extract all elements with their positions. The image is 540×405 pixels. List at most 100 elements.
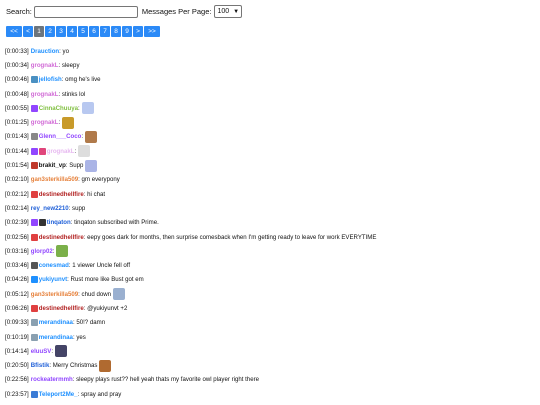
search-bar: Search: Messages Per Page: 100 ▼ [6,5,243,18]
message-timestamp: [0:01:43] [5,133,29,141]
pagination-button[interactable]: 5 [78,26,88,37]
message-username[interactable]: jellofish [39,76,62,83]
pagination-button[interactable]: >> [144,26,160,37]
chat-message: [0:03:46] conesmad: 1 viewer Uncle fell o… [5,258,535,272]
user-badge-icon [30,147,38,155]
user-badge-icon [30,233,38,241]
message-username[interactable]: rockeatermmh [31,376,73,383]
message-text: : chud down [78,290,112,298]
message-username[interactable]: destinedhellfire [39,305,84,312]
search-input[interactable] [33,5,138,18]
message-username[interactable]: merandinaa [39,334,73,341]
message-text: : [51,347,54,355]
chat-message: [0:00:34] grognakL: sleepy [5,58,535,72]
chat-message: [0:01:43] Glenn___Coco: [5,130,535,144]
message-username[interactable]: rey_new2210 [31,205,69,212]
message-username[interactable]: glorp02 [31,248,53,255]
message-text: : [78,104,80,112]
message-timestamp: [0:00:48] [5,90,29,98]
message-timestamp: [0:10:19] [5,333,29,341]
message-username[interactable]: merandinaa [39,319,73,326]
user-badge-icon [38,219,46,227]
emote-icon [85,130,98,143]
emote-icon [81,102,94,115]
chevron-down-icon: ▼ [233,8,240,15]
pagination-button[interactable]: 8 [111,26,121,37]
messages-per-page-label: Messages Per Page: [141,7,212,16]
pagination-button[interactable]: 1 [34,26,44,37]
message-text: : [81,133,84,141]
pagination: << <1 2 3 4 5 6 7 8 9 > >> [6,26,160,37]
message-timestamp: [0:02:39] [5,219,29,227]
pagination-button[interactable]: 9 [122,26,132,37]
chat-message: [0:03:16] glorp02: [5,244,535,258]
message-text: : sleepy plays rust?? hell yeah thats my… [72,376,260,384]
message-timestamp: [0:02:10] [5,176,29,184]
message-text: : Rust more like Bust got em [67,276,144,284]
message-username[interactable]: grognakL [31,62,59,69]
message-username[interactable]: grognakL [31,91,59,98]
message-text: : tinqaton subscribed with Prime. [70,219,159,227]
chat-message: [0:23:57] Teleport2Me_: spray and pray [5,387,535,401]
message-text: : stinks lol [58,90,86,98]
pagination-button[interactable]: 7 [100,26,110,37]
chat-message: [0:01:44] grognakL: [5,144,535,158]
pagination-button[interactable]: << [6,26,22,37]
message-timestamp: [0:02:14] [5,204,29,212]
chat-message: [0:00:48] grognakL: stinks lol [5,87,535,101]
emote-icon [62,116,75,129]
message-username[interactable]: destinedhellfire [39,191,84,198]
message-username[interactable]: Glenn___Coco [39,133,82,140]
message-text: : [74,147,77,155]
message-username[interactable]: brakit_vp [39,162,66,169]
pagination-button[interactable]: > [133,26,143,37]
chat-message: [0:10:19] merandinaa: yes [5,330,535,344]
chat-message: [0:02:14] rey_new2210: supp [5,201,535,215]
message-text: : Merry Christmas [49,362,98,370]
pagination-button[interactable]: 3 [56,26,66,37]
pagination-button[interactable]: 6 [89,26,99,37]
chat-message: [0:00:33] Drauction: yo [5,44,535,58]
messages-per-page-select[interactable]: 100 ▼ [214,5,243,18]
message-username[interactable]: tinqaton [47,219,71,226]
user-badge-icon [30,133,38,141]
user-badge-icon [30,190,38,198]
message-username[interactable]: destinedhellfire [39,234,84,241]
chat-message: [0:04:26] yukiyunvt: Rust more like Bust … [5,273,535,287]
message-username[interactable]: Bfistik [31,362,50,369]
message-username[interactable]: CinnaChuuya [39,105,78,112]
chat-message: [0:14:14] eluuSV: [5,344,535,358]
message-timestamp: [0:05:12] [5,290,29,298]
message-username[interactable]: grognakL [31,119,59,126]
pagination-button[interactable]: 2 [45,26,55,37]
chat-message: [0:02:56] destinedhellfire: eepy goes dar… [5,230,535,244]
emote-icon [113,288,126,301]
message-text: : yes [72,333,86,341]
emote-icon [85,159,98,172]
chat-message: [0:09:33] merandinaa: 50!? damn [5,316,535,330]
message-text: : hi chat [83,190,106,198]
message-username[interactable]: eluuSV [31,348,52,355]
pagination-button[interactable]: 4 [67,26,77,37]
message-username[interactable]: conesmad [39,262,69,269]
message-text: : 1 viewer Uncle fell off [68,262,131,270]
message-timestamp: [0:00:46] [5,76,29,84]
pagination-button[interactable]: < [23,26,33,37]
message-text: : 50!? damn [72,319,106,327]
chat-message: [0:01:54] brakit_vp: Supp [5,158,535,172]
message-username[interactable]: yukiyunvt [39,276,67,283]
message-username[interactable]: grognakL [47,148,75,155]
message-text: : gm everypony [78,176,120,184]
message-username[interactable]: Drauction [31,48,59,55]
message-timestamp: [0:03:46] [5,262,29,270]
message-text: : yo [59,47,69,55]
message-timestamp: [0:00:55] [5,104,29,112]
message-timestamp: [0:22:56] [5,376,29,384]
message-username[interactable]: gan3sterkilla509 [31,176,78,183]
message-username[interactable]: gan3sterkilla509 [31,291,78,298]
message-username[interactable]: Teleport2Me_ [39,391,78,398]
user-badge-icon [30,319,38,327]
chat-message: [0:00:46] jellofish: omg he's live [5,73,535,87]
messages-per-page-value: 100 [217,8,230,15]
message-timestamp: [0:01:25] [5,119,29,127]
